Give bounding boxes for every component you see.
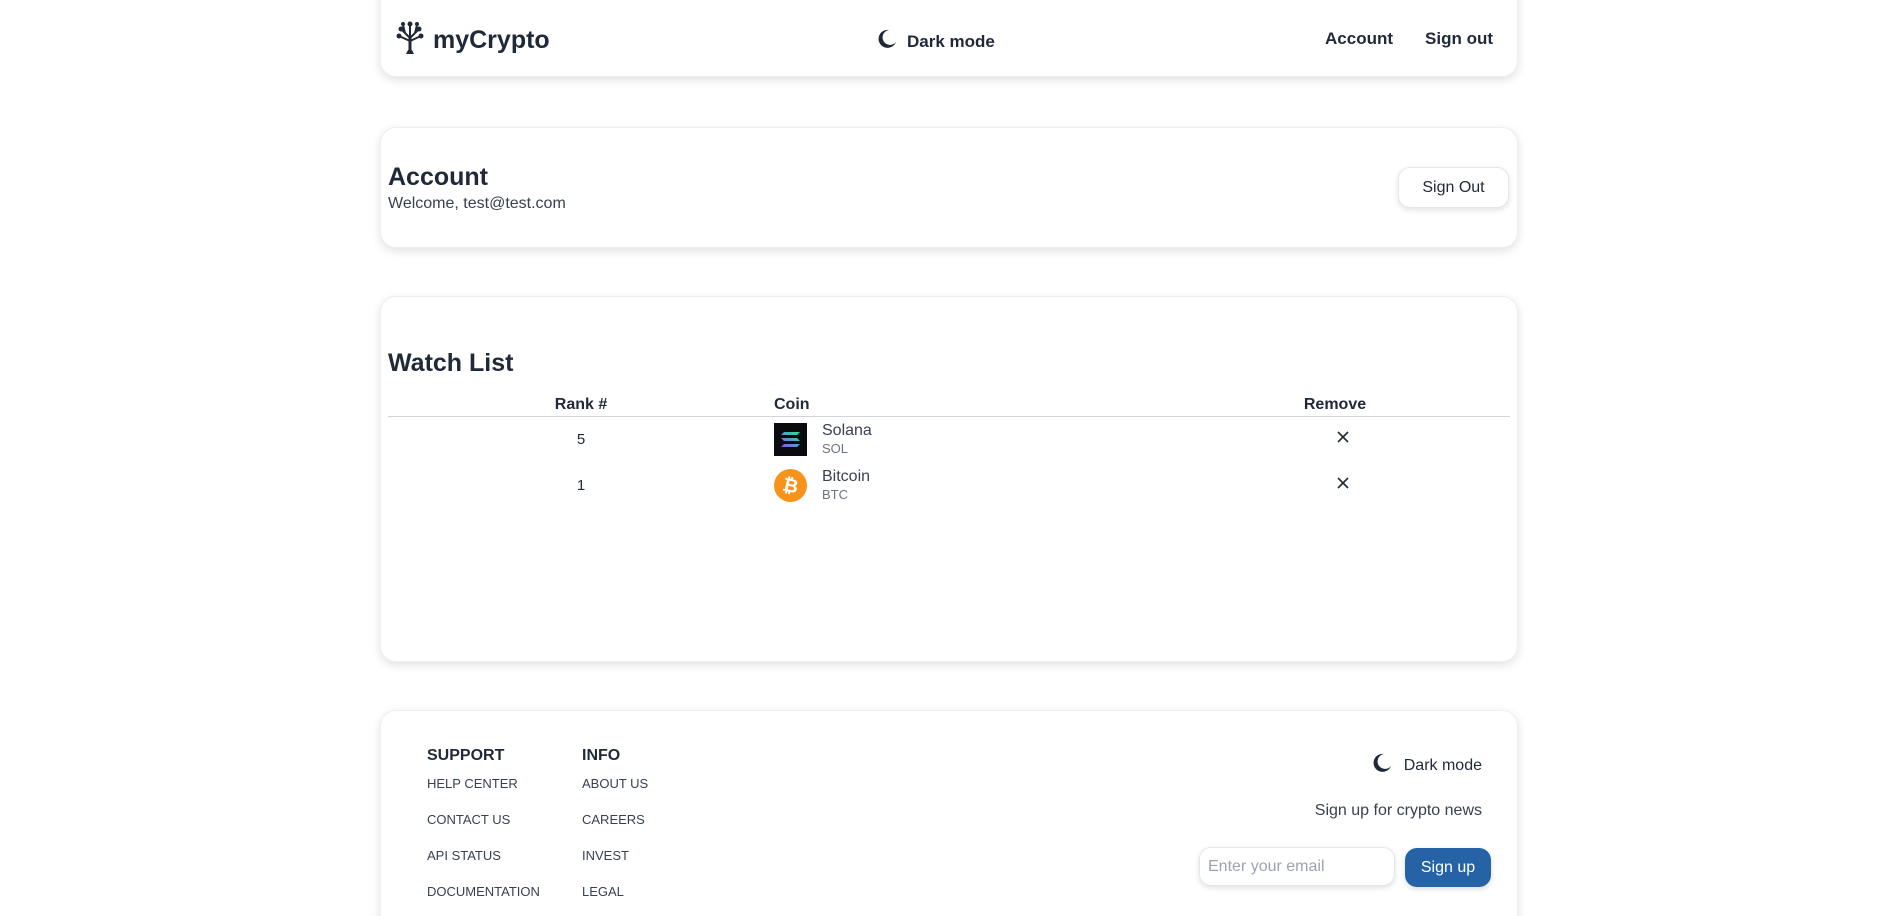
footer-link-careers[interactable]: CAREERS bbox=[582, 811, 648, 847]
footer-info-column: INFO ABOUT US CAREERS INVEST LEGAL bbox=[582, 747, 648, 916]
footer-link-help-center[interactable]: HELP CENTER bbox=[427, 775, 540, 811]
sign-out-button[interactable]: Sign Out bbox=[1398, 167, 1509, 208]
moon-icon bbox=[877, 29, 897, 54]
footer-link-contact-us[interactable]: CONTACT US bbox=[427, 811, 540, 847]
watchlist-table: Rank # Coin Remove 5 Solana SOL 1 ₿ Bitc… bbox=[388, 396, 1510, 508]
footer-link-legal[interactable]: LEGAL bbox=[582, 883, 648, 916]
footer-link-invest[interactable]: INVEST bbox=[582, 847, 648, 883]
account-card: Account Welcome, test@test.com Sign Out bbox=[380, 127, 1518, 248]
watchlist-card: Watch List Rank # Coin Remove 5 Solana S… bbox=[380, 296, 1518, 662]
email-input[interactable] bbox=[1199, 847, 1395, 886]
brand-name: myCrypto bbox=[433, 26, 550, 54]
table-row: 1 ₿ Bitcoin BTC bbox=[388, 462, 1510, 508]
tree-logo-icon bbox=[395, 21, 425, 60]
rank-cell: 5 bbox=[576, 430, 586, 448]
remove-x-icon[interactable] bbox=[1336, 476, 1350, 494]
bitcoin-logo-icon: ₿ bbox=[774, 468, 807, 502]
dark-mode-label: Dark mode bbox=[907, 31, 995, 51]
brand-link[interactable]: myCrypto bbox=[395, 21, 550, 60]
footer-support-column: SUPPORT HELP CENTER CONTACT US API STATU… bbox=[427, 747, 540, 916]
column-header-coin: Coin bbox=[774, 396, 1160, 417]
footer-dark-mode-label: Dark mode bbox=[1403, 756, 1482, 774]
footer-info-heading: INFO bbox=[582, 747, 621, 764]
footer: SUPPORT HELP CENTER CONTACT US API STATU… bbox=[380, 710, 1518, 916]
watchlist-title: Watch List bbox=[388, 349, 514, 377]
coin-name: Bitcoin bbox=[822, 467, 871, 485]
coin-link[interactable]: Solana SOL bbox=[774, 421, 1160, 457]
moon-icon bbox=[1372, 753, 1392, 778]
column-header-remove: Remove bbox=[1160, 396, 1510, 417]
table-row: 5 Solana SOL bbox=[388, 416, 1510, 462]
footer-support-heading: SUPPORT bbox=[427, 747, 505, 764]
nav-sign-out-link[interactable]: Sign out bbox=[1425, 29, 1493, 49]
rank-cell: 1 bbox=[576, 476, 586, 494]
account-title: Account bbox=[388, 163, 488, 191]
signup-button[interactable]: Sign up bbox=[1405, 848, 1491, 887]
coin-symbol: SOL bbox=[822, 441, 849, 457]
solana-logo-icon bbox=[774, 422, 807, 456]
column-header-rank: Rank # bbox=[388, 396, 774, 417]
newsletter-text: Sign up for crypto news bbox=[1314, 802, 1482, 819]
footer-link-about-us[interactable]: ABOUT US bbox=[582, 775, 648, 811]
table-header-row: Rank # Coin Remove bbox=[388, 396, 1510, 417]
nav-account-link[interactable]: Account bbox=[1325, 29, 1393, 49]
remove-x-icon[interactable] bbox=[1336, 430, 1350, 448]
footer-dark-mode-toggle[interactable]: Dark mode bbox=[1372, 753, 1482, 778]
footer-link-api-status[interactable]: API STATUS bbox=[427, 847, 540, 883]
coin-name: Solana bbox=[822, 422, 872, 440]
coin-symbol: BTC bbox=[822, 486, 848, 502]
navbar: myCrypto Dark mode Account Sign out bbox=[380, 0, 1518, 77]
footer-link-documentation[interactable]: DOCUMENTATION bbox=[427, 883, 540, 916]
coin-link[interactable]: ₿ Bitcoin BTC bbox=[774, 467, 1160, 503]
nav-links: Account Sign out bbox=[1325, 29, 1493, 49]
welcome-text: Welcome, test@test.com bbox=[388, 195, 566, 212]
dark-mode-toggle[interactable]: Dark mode bbox=[877, 29, 995, 54]
